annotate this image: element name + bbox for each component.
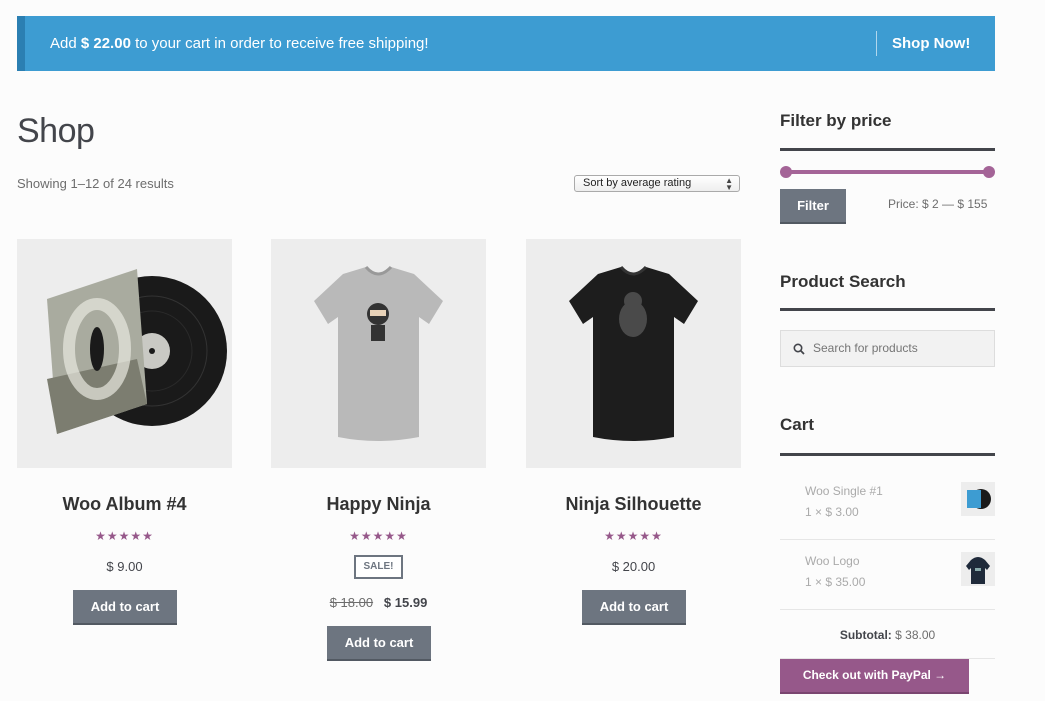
rating-stars-icon: ★★★★★ — [604, 529, 663, 543]
add-to-cart-button[interactable]: Add to cart — [73, 590, 177, 625]
page-title: Shop — [17, 112, 95, 150]
black-tshirt-image — [569, 265, 698, 441]
product-image[interactable] — [526, 239, 741, 468]
old-price: $ 18.00 — [329, 595, 374, 610]
orderby-value: Sort by average rating — [583, 177, 692, 189]
product-title[interactable]: Happy Ninja — [271, 494, 486, 515]
vinyl-album-image — [47, 269, 227, 434]
product-image[interactable] — [17, 239, 232, 468]
cart-item: Woo Logo 1 × $ 35.00 — [780, 540, 995, 610]
add-to-cart-button[interactable]: Add to cart — [582, 590, 686, 625]
hoodie-image — [966, 557, 990, 584]
search-widget-title: Product Search — [780, 272, 906, 291]
paypal-checkout-button[interactable]: Check out with PayPal → — [780, 659, 969, 694]
widget-divider — [780, 148, 995, 151]
shop-now-link[interactable]: Shop Now! — [892, 35, 970, 52]
price-slider-track[interactable] — [785, 170, 989, 174]
notice-prefix: Add — [50, 35, 81, 52]
woo-single-image — [967, 489, 991, 509]
cart-widget-title: Cart — [780, 415, 815, 434]
filter-widget-title: Filter by price — [780, 111, 892, 130]
notice-amount: $ 22.00 — [80, 35, 131, 52]
notice-suffix: to your cart in order to receive free sh… — [130, 35, 429, 52]
product-card: Woo Album #4 ★★★★★ $ 9.00 Add to cart — [17, 239, 232, 625]
sale-price: $ 15.99 — [383, 595, 428, 610]
search-icon — [793, 343, 805, 355]
product-search-form — [780, 330, 995, 367]
price-slider-max-handle[interactable] — [983, 166, 995, 178]
product-image[interactable] — [271, 239, 486, 468]
product-card: Ninja Silhouette ★★★★★ $ 20.00 Add to ca… — [526, 239, 741, 625]
notice-divider — [876, 31, 877, 56]
notice-message: Add $ 22.00 to your cart in order to rec… — [50, 35, 429, 52]
widget-divider — [780, 308, 995, 311]
price-range-label: Price: $ 2 — $ 155 — [888, 197, 988, 211]
cart-subtotal: Subtotal: $ 38.00 — [780, 628, 995, 642]
product-title[interactable]: Ninja Silhouette — [526, 494, 741, 515]
product-card: Happy Ninja ★★★★★ SALE! $ 18.00 $ 15.99 … — [271, 239, 486, 661]
result-count: Showing 1–12 of 24 results — [17, 176, 174, 191]
cart-item: Woo Single #1 1 × $ 3.00 — [780, 470, 995, 540]
grey-tshirt-image — [314, 265, 443, 441]
rating-stars-icon: ★★★★★ — [95, 529, 154, 543]
product-price: $ 9.00 — [106, 559, 143, 574]
select-arrows-icon: ▲ ▼ — [725, 176, 733, 192]
product-title[interactable]: Woo Album #4 — [17, 494, 232, 515]
cart-item-thumbnail[interactable] — [961, 552, 995, 586]
add-to-cart-button[interactable]: Add to cart — [327, 626, 431, 661]
cart-item-name[interactable]: Woo Logo — [805, 554, 860, 568]
cart-item-name[interactable]: Woo Single #1 — [805, 484, 883, 498]
orderby-select[interactable]: Sort by average rating ▲ ▼ — [574, 175, 740, 192]
rating-stars-icon: ★★★★★ — [349, 529, 408, 543]
cart-item-quantity: 1 × $ 3.00 — [805, 505, 859, 519]
product-price: $ 20.00 — [611, 559, 656, 574]
cart-item-quantity: 1 × $ 35.00 — [805, 575, 866, 589]
subtotal-value: $ 38.00 — [891, 628, 936, 642]
cart-item-thumbnail[interactable] — [961, 482, 995, 516]
sale-badge: SALE! — [354, 555, 403, 579]
free-shipping-notice: Add $ 22.00 to your cart in order to rec… — [17, 16, 995, 71]
filter-button[interactable]: Filter — [780, 189, 846, 224]
price-slider-min-handle[interactable] — [780, 166, 792, 178]
subtotal-label: Subtotal: — [839, 628, 892, 642]
widget-divider — [780, 453, 995, 456]
search-input[interactable] — [813, 341, 983, 355]
product-price: $ 18.00 $ 15.99 — [271, 595, 486, 610]
